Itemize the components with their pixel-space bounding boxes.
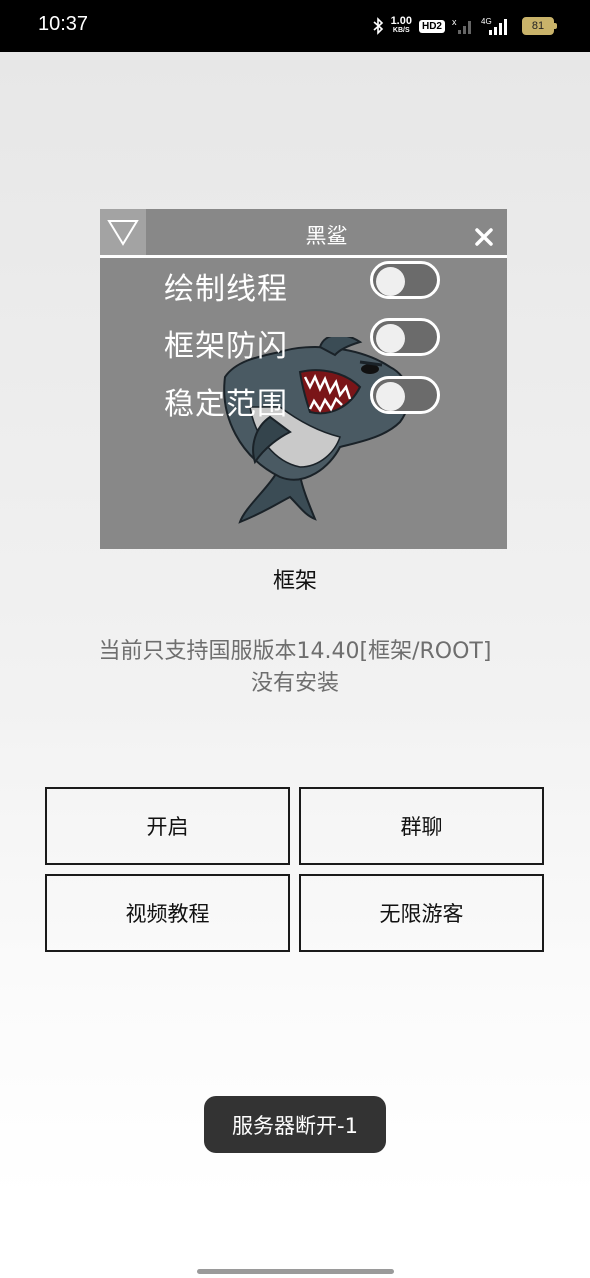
- close-icon[interactable]: [473, 226, 495, 248]
- panel-title: 黑鲨: [305, 224, 348, 248]
- panel-header: 黑鲨: [100, 209, 507, 255]
- network-speed: 1.00 KB/S: [390, 15, 412, 35]
- install-status: 没有安装: [250, 671, 339, 696]
- option-label: 框架防闪: [164, 329, 288, 364]
- option-label: 稳定范围: [164, 387, 288, 422]
- frame-antiflicker-toggle[interactable]: [370, 318, 440, 356]
- signal-type: 4G: [481, 17, 492, 26]
- option-frame-antiflicker: 框架防闪: [164, 318, 454, 364]
- group-chat-button[interactable]: 群聊: [299, 787, 544, 865]
- start-button[interactable]: 开启: [45, 787, 290, 865]
- hd-badge: HD2: [418, 19, 445, 33]
- battery-icon: 81: [522, 17, 557, 35]
- panel-divider: [100, 255, 507, 258]
- toggle-knob: [376, 382, 405, 411]
- status-bar: 10:37 1.00 KB/S HD2 x 4G 81: [0, 0, 590, 52]
- draw-thread-toggle[interactable]: [370, 261, 440, 299]
- svg-text:x: x: [452, 17, 457, 27]
- status-time: 10:37: [38, 13, 89, 35]
- toggle-knob: [376, 267, 405, 296]
- bluetooth-icon: [372, 17, 384, 35]
- toast-message: 服务器断开-1: [204, 1096, 386, 1153]
- shark-logo: [223, 337, 410, 524]
- frame-label: 框架: [272, 569, 317, 594]
- video-tutorial-button[interactable]: 视频教程: [45, 874, 290, 952]
- version-info: 当前只支持国服版本14.40[框架/ROOT]: [98, 639, 492, 664]
- signal-icon: 4G: [481, 16, 515, 36]
- collapse-button[interactable]: [100, 209, 146, 255]
- triangle-down-icon: [107, 220, 139, 246]
- option-stable-range: 稳定范围: [164, 376, 454, 422]
- toggle-knob: [376, 324, 405, 353]
- status-icons: 1.00 KB/S HD2 x 4G 81: [372, 14, 557, 38]
- option-label: 绘制线程: [164, 272, 288, 307]
- unlimited-guest-button[interactable]: 无限游客: [299, 874, 544, 952]
- stable-range-toggle[interactable]: [370, 376, 440, 414]
- home-indicator[interactable]: [197, 1269, 394, 1274]
- option-draw-thread: 绘制线程: [164, 261, 454, 307]
- floating-menu-panel: 黑鲨 绘制线程 框架防闪 稳定范围: [100, 209, 507, 549]
- wifi-off-icon: x: [452, 17, 474, 35]
